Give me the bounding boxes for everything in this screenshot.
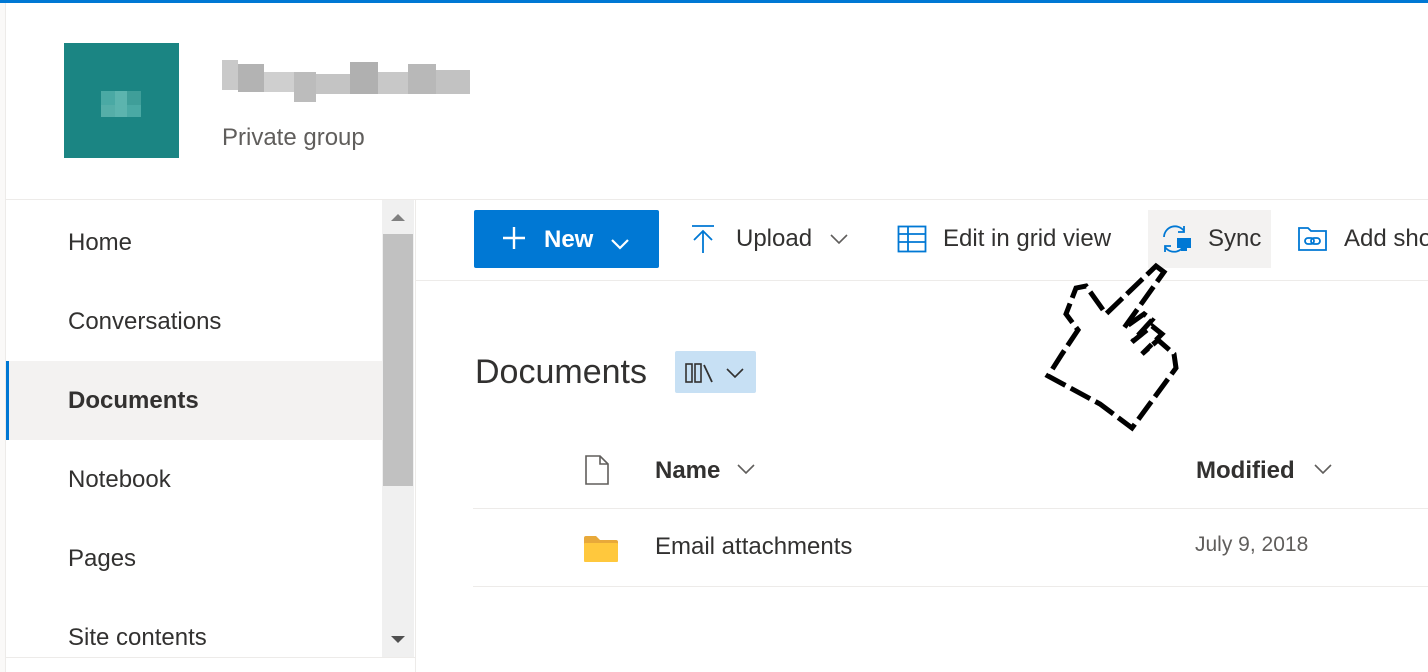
upload-arrow-icon [690,224,716,254]
name-column-header[interactable]: Name [655,457,720,485]
modified-column-header[interactable]: Modified [1196,457,1295,485]
nav-scrollbar[interactable] [382,200,414,657]
top-accent-bar [0,0,1428,3]
hand-pointer-cursor [1040,258,1190,433]
new-button[interactable]: New [474,210,659,268]
scroll-up-arrow-icon[interactable] [382,200,414,234]
nav-right-divider [415,200,416,672]
add-shortcut-label: Add sho [1344,225,1428,252]
scroll-down-arrow-icon[interactable] [382,623,414,657]
site-logo[interactable] [64,43,179,158]
table-row[interactable]: Email attachments July 9, 2018 [473,509,1428,586]
library-view-icon [685,362,715,384]
folder-icon [583,535,619,568]
chevron-down-icon [610,230,630,258]
new-button-label: New [544,226,594,253]
library-view-switcher[interactable] [675,351,756,393]
site-subtitle: Private group [222,124,365,151]
view-chevron-down-icon [726,367,744,379]
nav-item-documents[interactable]: Documents [6,361,382,440]
plus-icon [502,226,526,257]
add-shortcut-icon [1296,224,1330,254]
file-type-column-file-icon[interactable] [584,454,610,491]
name-sort-chevron-down-icon[interactable] [737,462,755,480]
sync-label: Sync [1208,225,1262,252]
nav-item-notebook[interactable]: Notebook [6,440,382,519]
upload-button[interactable]: Upload [690,210,848,268]
row-modified-date: July 9, 2018 [1195,533,1309,556]
sync-button[interactable]: Sync [1148,210,1271,268]
upload-chevron-down-icon[interactable] [830,233,848,245]
command-bar-divider [416,280,1428,281]
grid-table-icon [897,225,927,253]
left-navigation: Home Conversations Documents Notebook Pa… [6,200,382,672]
scrollbar-thumb[interactable] [383,234,413,486]
table-row-divider [473,586,1428,587]
nav-item-site-contents[interactable]: Site contents [6,598,382,672]
add-shortcut-button[interactable]: Add sho [1296,210,1428,268]
library-title: Documents [475,353,647,391]
nav-item-pages[interactable]: Pages [6,519,382,598]
edit-in-grid-view-button[interactable]: Edit in grid view [897,210,1111,268]
nav-item-conversations[interactable]: Conversations [6,282,382,361]
nav-bottom-divider [6,657,416,658]
modified-sort-chevron-down-icon[interactable] [1314,462,1332,480]
sync-icon [1160,224,1194,254]
nav-item-home[interactable]: Home [6,203,382,282]
row-name-link[interactable]: Email attachments [655,533,852,561]
upload-label: Upload [736,225,813,252]
site-title-redacted[interactable] [222,58,472,102]
edit-in-grid-view-label: Edit in grid view [943,225,1112,252]
